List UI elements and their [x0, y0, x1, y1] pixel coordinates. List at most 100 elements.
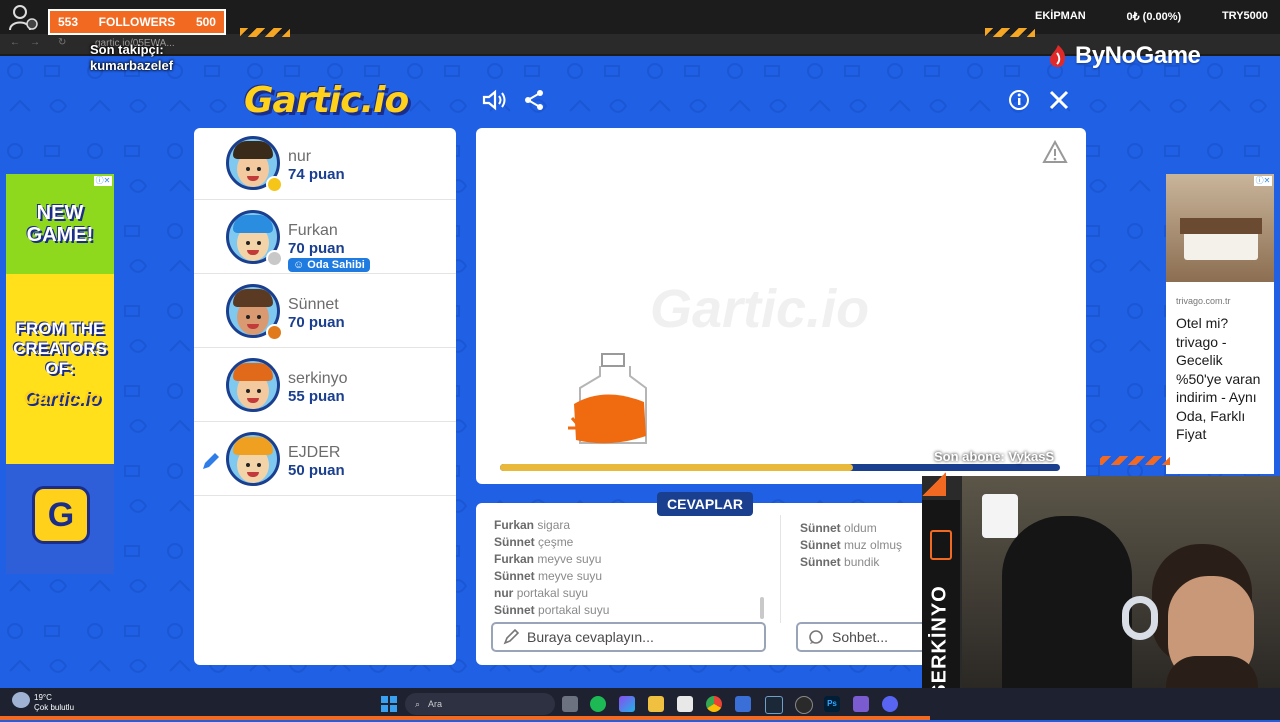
answer-item: Sünnet portakal suyu — [494, 602, 764, 619]
answer-text: sigara — [537, 518, 571, 532]
turn-timer-fill — [500, 464, 853, 471]
room-owner-badge: ☺ Oda Sahibi — [288, 258, 370, 272]
store-icon[interactable] — [677, 696, 693, 712]
wall-logo-shape — [982, 494, 1018, 538]
gartic-app-icon: G — [32, 486, 90, 544]
avatar — [226, 358, 280, 412]
last-subscriber: Son abone: VykasS — [934, 449, 1055, 464]
answer-user: Furkan — [494, 518, 535, 532]
webcam-feed — [922, 476, 1280, 720]
photoshop-icon[interactable]: Ps — [824, 696, 840, 712]
equipment-label: EKİPMAN — [1035, 10, 1086, 22]
answer-input[interactable]: Buraya cevaplayın... — [491, 622, 766, 652]
answers-tab[interactable]: CEVAPLAR — [657, 492, 753, 516]
user-add-icon — [9, 5, 38, 31]
chat-bubble-icon — [809, 630, 823, 644]
answer-user: Furkan — [494, 552, 535, 566]
player-name: EJDER — [288, 444, 341, 461]
equipment-bar: EKİPMAN 0₺ (0.00%) TRY5000 — [1035, 10, 1280, 23]
chrome-icon[interactable] — [706, 696, 722, 712]
report-warning-icon[interactable] — [1042, 140, 1068, 164]
answers-scrollbar[interactable] — [760, 597, 764, 619]
chat-text: bundik — [844, 555, 880, 569]
chat-list: Sünnet oldum Sünnet muz olmuş Sünnet bundi… — [800, 520, 940, 571]
close-icon[interactable] — [1045, 86, 1073, 114]
weather-cloud-icon[interactable] — [12, 692, 30, 708]
discord-icon[interactable] — [882, 696, 898, 712]
followers-label: FOLLOWERS — [98, 15, 176, 29]
ad-right-text: Otel mi? trivago - Gecelik %50'ye varan … — [1176, 315, 1261, 442]
sound-icon[interactable] — [480, 86, 508, 114]
answer-item: nur portakal suyu — [494, 585, 764, 602]
equipment-value: 0₺ (0.00%) — [1126, 11, 1182, 23]
ad-left-logo: Gartic.io — [23, 388, 101, 409]
copilot-icon[interactable] — [619, 696, 635, 712]
answer-user: Sünnet — [494, 535, 535, 549]
avatar — [226, 432, 280, 486]
player-row[interactable]: EJDER 50 puan — [194, 424, 456, 496]
drawing-pencil-icon — [203, 453, 219, 469]
player-status-dot — [266, 176, 283, 193]
gartic-logo[interactable]: Gartic.io — [244, 80, 409, 121]
player-row[interactable]: nur 74 puan — [194, 128, 456, 200]
answer-item: Sünnet meyve suyu — [494, 568, 764, 585]
streamer-badge-icon — [930, 530, 952, 560]
bynogame-logo: ByNoGame — [1045, 42, 1201, 70]
last-follower-name: kumarbazelef — [90, 58, 174, 73]
decor-corner — [922, 472, 946, 496]
share-icon[interactable] — [520, 86, 548, 114]
answer-placeholder: Buraya cevaplayın... — [527, 629, 654, 645]
answer-user: nur — [494, 586, 514, 600]
pencil-icon — [503, 629, 519, 645]
steam-icon[interactable] — [765, 696, 783, 714]
hotel-bed-shape — [1184, 230, 1258, 260]
room-owner-label: Oda Sahibi — [307, 259, 365, 271]
hotel-headboard-shape — [1180, 218, 1262, 234]
forward-arrow-icon[interactable]: → — [30, 37, 40, 48]
player-row[interactable]: serkinyo 55 puan — [194, 350, 456, 422]
bynogame-brand: ByNoGame — [1075, 42, 1201, 69]
chat-text: muz olmuş — [844, 538, 903, 552]
ad-left-banner[interactable]: NEW GAME! FROM THE CREATORS OF: Gartic.i… — [6, 174, 114, 574]
ad-choices-icon[interactable]: ⓘ✕ — [94, 176, 112, 186]
ad-left-subline: FROM THE CREATORS OF: — [13, 319, 107, 378]
player-name: Sünnet — [288, 296, 339, 313]
taskbar-search[interactable]: ⌕ Ara — [405, 693, 555, 715]
answer-text: çeşme — [538, 535, 574, 549]
followers-count: 553 — [58, 15, 79, 29]
ad-right-banner[interactable]: trivago.com.tr Otel mi? trivago - Geceli… — [1166, 174, 1274, 474]
answer-text: portakal suyu — [516, 586, 589, 600]
obs-icon[interactable] — [795, 696, 813, 714]
chat-placeholder: Sohbet... — [832, 629, 889, 645]
headphones-shape — [1122, 596, 1158, 640]
reload-icon[interactable]: ↻ — [58, 37, 66, 48]
answer-user: Sünnet — [494, 603, 535, 617]
browser-icon[interactable] — [735, 696, 751, 712]
decor-stripe — [240, 28, 290, 37]
last-follower-info: Son takipçi: kumarbazelef — [90, 42, 173, 74]
followers-goal-bar: 553 FOLLOWERS 500 — [48, 9, 226, 35]
windows-start-icon[interactable] — [381, 696, 397, 712]
last-follower-label: Son takipçi: — [90, 42, 164, 57]
answer-user: Sünnet — [494, 569, 535, 583]
players-panel: nur 74 puan Furkan 70 puan ☺ Oda Sahibi Sünne… — [194, 128, 456, 665]
task-view-icon[interactable] — [562, 696, 578, 712]
player-row[interactable]: Furkan 70 puan ☺ Oda Sahibi — [194, 202, 456, 274]
spotify-icon[interactable] — [590, 696, 606, 712]
back-arrow-icon[interactable]: ← — [10, 37, 20, 48]
answer-item: Furkan sigara — [494, 517, 764, 534]
player-row[interactable]: Sünnet 70 puan — [194, 276, 456, 348]
player-status-dot — [266, 324, 283, 341]
app-icon[interactable] — [853, 696, 869, 712]
chat-user: Sünnet — [800, 521, 841, 535]
followers-goal: 500 — [195, 15, 216, 29]
info-icon[interactable] — [1005, 86, 1033, 114]
weather-condition: Çok bulutlu — [34, 703, 75, 712]
webcam-name-strip: SERKİNYO — [922, 500, 960, 720]
chat-item: Sünnet bundik — [800, 554, 940, 571]
chat-text: oldum — [844, 521, 877, 535]
ad-choices-icon[interactable]: ⓘ✕ — [1254, 176, 1272, 186]
file-explorer-icon[interactable] — [648, 696, 664, 712]
weather-widget[interactable]: 19°C Çok bulutlu — [34, 693, 74, 713]
search-icon: ⌕ — [415, 698, 421, 709]
